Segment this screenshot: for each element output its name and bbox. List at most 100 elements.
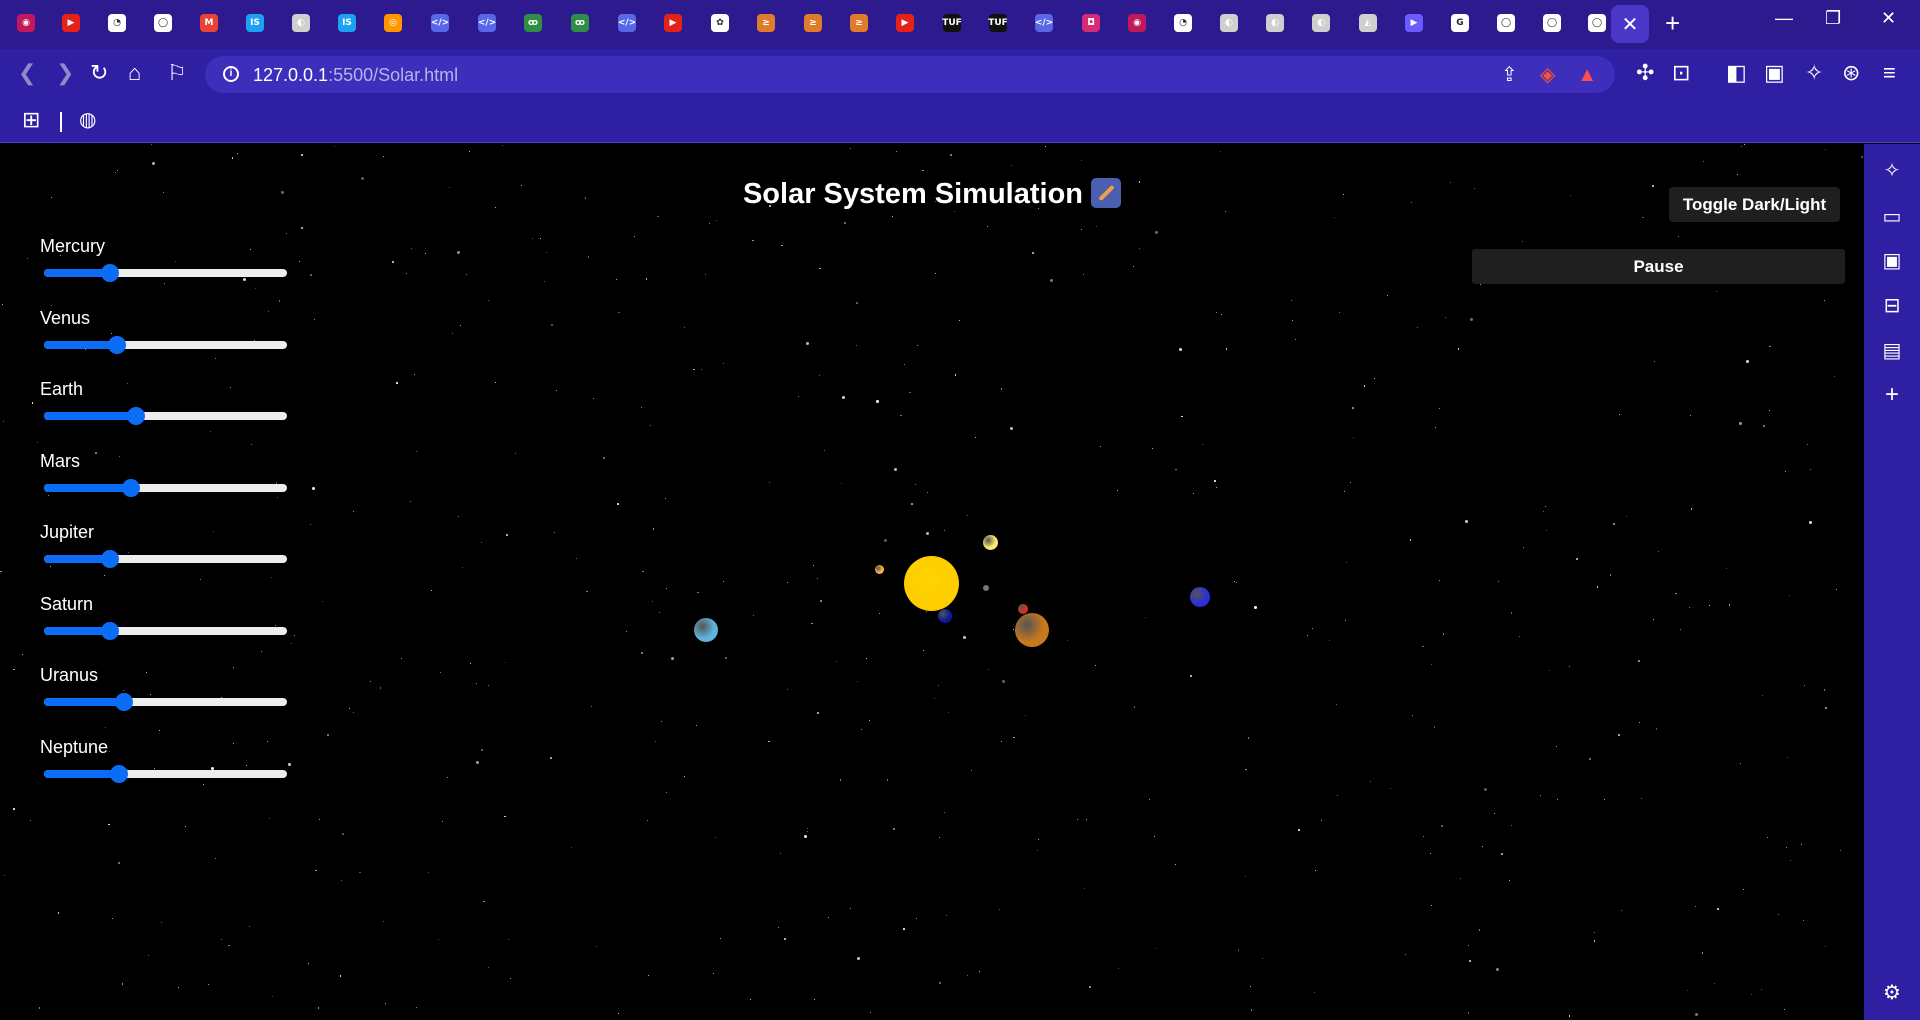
tab[interactable]: ▶ [659, 9, 687, 37]
slider-thumb[interactable] [110, 764, 129, 783]
brave-shield-icon[interactable]: ◈ [1540, 63, 1555, 87]
forward-icon[interactable]: ❯ [56, 61, 74, 85]
tab[interactable]: TUF [938, 9, 966, 37]
tab[interactable]: ◔ [1169, 9, 1197, 37]
info-icon[interactable]: i [223, 66, 239, 82]
tab[interactable]: M [195, 9, 223, 37]
extensions-icon[interactable]: ✣ [1636, 61, 1654, 85]
slider-thumb[interactable] [127, 407, 146, 425]
star [844, 221, 847, 224]
reading-list-icon[interactable]: ▤ [1881, 340, 1903, 362]
slider-thumb[interactable] [115, 693, 134, 711]
speed-slider[interactable] [44, 764, 287, 783]
tab[interactable]: ◐ [1215, 9, 1243, 37]
tab[interactable]: IS [333, 9, 361, 37]
window-close-icon[interactable]: ✕ [1881, 8, 1896, 29]
tab[interactable]: G [1446, 9, 1474, 37]
star [963, 636, 967, 640]
video-icon[interactable]: ▭ [1881, 206, 1903, 228]
star [840, 482, 842, 484]
settings-icon[interactable]: ⚙ [1881, 982, 1903, 1004]
tab[interactable]: ▶ [1400, 9, 1428, 37]
tab[interactable]: ◯ [149, 9, 177, 37]
share-icon[interactable]: ⇪ [1501, 63, 1518, 87]
leo-icon[interactable]: ✧ [1805, 61, 1823, 85]
tab[interactable]: ≥ [845, 9, 873, 37]
github-icon: ◯ [154, 14, 172, 32]
tab[interactable]: ◎ [379, 9, 407, 37]
sidebar-toggle-icon[interactable]: ◧ [1726, 61, 1747, 85]
toggle-theme-button[interactable]: Toggle Dark/Light [1669, 187, 1840, 222]
apps-icon[interactable]: ⊞ [22, 108, 40, 132]
menu-icon[interactable]: ≡ [1883, 61, 1896, 85]
tab[interactable]: ▶ [891, 9, 919, 37]
slider-thumb[interactable] [100, 550, 119, 568]
tab[interactable]: ◔ [103, 9, 131, 37]
reader-icon[interactable]: ⊡ [1672, 61, 1690, 85]
tab[interactable]: TUF [984, 9, 1012, 37]
back-icon[interactable]: ❮ [18, 61, 36, 85]
tab[interactable]: </> [613, 9, 641, 37]
speed-slider[interactable] [44, 335, 287, 354]
new-tab-button[interactable]: + [1665, 8, 1680, 38]
speed-slider[interactable] [44, 407, 287, 425]
tab[interactable]: ꝏ [566, 9, 594, 37]
star [221, 939, 223, 941]
add-icon[interactable]: + [1881, 383, 1903, 407]
vpn-icon[interactable]: ⊛ [1842, 61, 1860, 85]
rewards-icon[interactable]: ▲ [1577, 63, 1597, 87]
reload-icon[interactable]: ↻ [90, 61, 108, 85]
speed-slider[interactable] [44, 264, 287, 282]
tab[interactable]: </> [473, 9, 501, 37]
star [883, 539, 887, 543]
tab[interactable]: ◯ [1538, 9, 1566, 37]
bookmarks-icon[interactable]: ⊟ [1881, 295, 1903, 317]
star [659, 612, 660, 613]
tab[interactable]: ꝏ [519, 9, 547, 37]
tab[interactable]: </> [1030, 9, 1058, 37]
bookmark-icon[interactable]: ⚐ [167, 61, 187, 85]
tab[interactable]: ▶ [57, 9, 85, 37]
globe-icon[interactable]: ◍ [79, 108, 96, 132]
tab[interactable]: ≥ [752, 9, 780, 37]
wallet-icon[interactable]: ▣ [1764, 61, 1785, 85]
star [504, 661, 506, 663]
slider-thumb[interactable] [107, 335, 126, 354]
active-tab[interactable]: ✕ [1611, 5, 1649, 43]
wallet-icon[interactable]: ▣ [1881, 250, 1903, 272]
tab[interactable]: ◐ [287, 9, 315, 37]
address-bar[interactable]: i 127.0.0.1:5500/Solar.html ⇪ ◈ ▲ [205, 56, 1615, 93]
star [1083, 888, 1085, 890]
star [352, 511, 354, 513]
tab[interactable]: ◉ [12, 9, 40, 37]
tab[interactable]: ◐ [1261, 9, 1289, 37]
speed-slider[interactable] [44, 621, 287, 640]
tab[interactable]: ◭ [1354, 9, 1382, 37]
tab[interactable]: ◉ [1123, 9, 1151, 37]
star [1809, 468, 1812, 471]
speed-slider[interactable] [44, 693, 287, 711]
leo-ai-icon[interactable]: ✧ [1881, 160, 1903, 182]
restore-icon[interactable]: ❐ [1825, 8, 1841, 29]
tab[interactable]: ◐ [1307, 9, 1335, 37]
tab[interactable]: </> [426, 9, 454, 37]
tab[interactable]: ◯ [1492, 9, 1520, 37]
close-icon[interactable]: ✕ [1622, 12, 1639, 37]
tab[interactable]: ◯ [1583, 9, 1611, 37]
slider-thumb[interactable] [122, 478, 141, 497]
tab[interactable]: IS [241, 9, 269, 37]
tab[interactable]: ≥ [799, 9, 827, 37]
tab[interactable]: ◘ [1077, 9, 1105, 37]
star [441, 821, 443, 823]
home-icon[interactable]: ⌂ [128, 61, 141, 85]
url-text[interactable]: 127.0.0.1:5500/Solar.html [253, 65, 458, 86]
star [1728, 604, 1731, 606]
slider-thumb[interactable] [100, 264, 119, 282]
tab[interactable]: ✿ [706, 9, 734, 37]
minimize-icon[interactable]: — [1775, 8, 1793, 29]
pause-button[interactable]: Pause [1472, 249, 1845, 284]
speed-slider[interactable] [44, 550, 287, 568]
star [1050, 279, 1054, 283]
speed-slider[interactable] [44, 478, 287, 497]
slider-thumb[interactable] [100, 621, 119, 640]
